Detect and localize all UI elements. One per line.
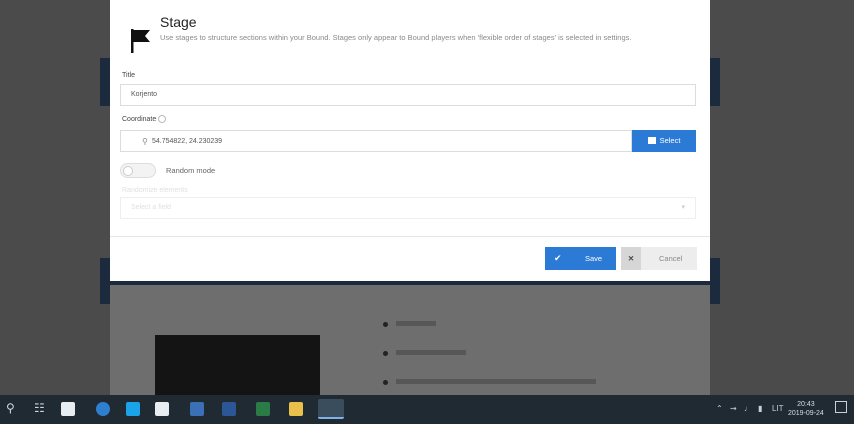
title-label: Title bbox=[122, 72, 135, 79]
coordinate-label-wrap: Coordinate bbox=[122, 115, 167, 123]
save-button[interactable]: ✔ Save bbox=[545, 247, 616, 270]
map-icon bbox=[647, 137, 656, 144]
background-bullet bbox=[383, 322, 388, 327]
background-right-area bbox=[710, 0, 854, 395]
language-indicator[interactable]: LIT bbox=[772, 404, 784, 413]
taskbar: ⚲ ☷ ⌃ ⇝ ♩ ▮ LIT 20:43 2019-09-24 bbox=[0, 395, 854, 424]
store-icon[interactable] bbox=[155, 402, 169, 416]
check-icon: ✔ bbox=[554, 253, 562, 263]
battery-icon[interactable]: ▮ bbox=[758, 404, 762, 413]
dialog-title: Stage bbox=[160, 14, 197, 30]
randomize-select[interactable]: Select a field ▾ bbox=[120, 197, 696, 219]
save-button-label: Save bbox=[585, 254, 603, 263]
chrome-icon[interactable] bbox=[318, 399, 344, 419]
close-icon: ✕ bbox=[621, 247, 641, 270]
clock-date: 2019-09-24 bbox=[788, 410, 824, 417]
background-bullet bbox=[383, 380, 388, 385]
cancel-button-label: Cancel bbox=[659, 254, 683, 263]
background-text-line bbox=[396, 379, 596, 384]
randomize-label: Randomize elements bbox=[122, 187, 188, 194]
mail-icon[interactable] bbox=[61, 402, 75, 416]
chevron-down-icon: ▾ bbox=[681, 204, 685, 211]
background-text-line bbox=[396, 350, 466, 355]
select-coordinate-button[interactable]: Select bbox=[632, 130, 696, 152]
toggle-knob bbox=[123, 166, 133, 176]
system-clock[interactable]: 20:43 2019-09-24 bbox=[788, 400, 824, 418]
coordinate-label: Coordinate bbox=[122, 115, 157, 123]
random-mode-label: Random mode bbox=[166, 166, 216, 175]
background-left-area bbox=[0, 0, 110, 395]
word-icon[interactable] bbox=[222, 402, 236, 416]
clock-time: 20:43 bbox=[797, 401, 815, 408]
task-view-icon[interactable]: ☷ bbox=[34, 401, 45, 415]
title-input[interactable]: Korjento bbox=[120, 84, 696, 106]
location-pin-icon: ⚲ bbox=[142, 137, 148, 146]
network-icon[interactable]: ⇝ bbox=[730, 404, 737, 413]
volume-icon[interactable]: ♩ bbox=[744, 404, 752, 413]
cancel-button[interactable]: ✕ Cancel bbox=[621, 247, 697, 270]
edge-icon[interactable] bbox=[96, 402, 110, 416]
search-icon[interactable]: ⚲ bbox=[6, 401, 15, 415]
file-explorer-icon[interactable] bbox=[289, 402, 303, 416]
background-image bbox=[155, 335, 320, 395]
dialog-footer-divider bbox=[110, 236, 710, 237]
background-text-line bbox=[396, 321, 436, 326]
coordinate-value: 54.754822, 24.230239 bbox=[152, 138, 223, 145]
randomize-select-value: Select a field bbox=[131, 204, 172, 211]
select-button-label: Select bbox=[659, 136, 681, 145]
chevron-up-icon[interactable]: ⌃ bbox=[716, 404, 723, 413]
skype-icon[interactable] bbox=[126, 402, 140, 416]
dialog-description: Use stages to structure sections within … bbox=[160, 33, 632, 42]
background-bullet bbox=[383, 351, 388, 356]
random-mode-toggle[interactable] bbox=[120, 163, 156, 178]
help-icon[interactable] bbox=[158, 115, 167, 123]
excel-icon[interactable] bbox=[256, 402, 270, 416]
notification-icon[interactable] bbox=[835, 401, 847, 413]
flag-icon bbox=[131, 29, 150, 53]
photos-icon[interactable] bbox=[190, 402, 204, 416]
